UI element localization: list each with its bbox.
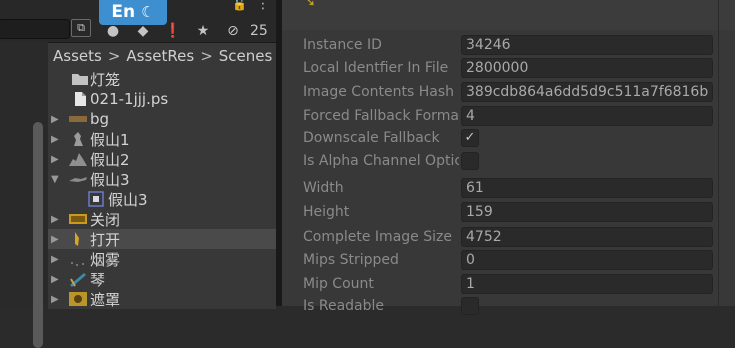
list-item-label: 烟雾 xyxy=(90,250,121,269)
breadcrumb-separator: > xyxy=(200,47,213,65)
field-label: Image Contents Hash xyxy=(303,84,454,100)
sprite-icon xyxy=(74,132,83,146)
downscale-fallback-checkbox[interactable]: ✓ xyxy=(461,129,479,147)
folder-column xyxy=(0,42,48,348)
search-input[interactable] xyxy=(0,19,70,39)
list-item[interactable]: ▶ 遮罩 xyxy=(48,289,276,309)
inspector-scrollbar[interactable] xyxy=(718,0,719,306)
list-item-label: 遮罩 xyxy=(90,290,121,309)
field-label: Complete Image Size xyxy=(303,229,452,245)
list-item-label: 假山2 xyxy=(90,150,130,169)
list-item[interactable]: ▶ 关闭 xyxy=(48,209,276,229)
folder-icon xyxy=(72,74,88,85)
instance-id-field[interactable]: 34246 xyxy=(461,35,713,55)
expand-arrow-icon[interactable]: ▶ xyxy=(51,294,61,305)
field-label: Downscale Fallback xyxy=(303,130,440,146)
breadcrumb: Assets > AssetRes > Scenes xyxy=(48,43,276,69)
sprite-icon xyxy=(70,273,86,287)
field-label: Local Identfier In File xyxy=(303,60,449,76)
field-label: Is Alpha Channel Optic xyxy=(303,153,459,169)
breadcrumb-item[interactable]: AssetRes xyxy=(126,47,194,65)
field-label: Mip Count xyxy=(303,276,374,292)
list-item-label: 假山3 xyxy=(108,190,148,209)
project-panel: ⧉ En ☾ ● ◆ ❗ ★ ⊘ 25 🔓 ⋮ Assets > AssetRes… xyxy=(0,0,276,348)
list-item-label: 关闭 xyxy=(90,210,121,229)
arrow-icon: ➘ xyxy=(304,0,316,10)
list-item-label: 假山3 xyxy=(90,170,130,189)
list-item-label: 假山1 xyxy=(90,130,130,149)
field-label: Forced Fallback Forma xyxy=(303,108,459,124)
list-item-label: 打开 xyxy=(90,230,121,249)
mips-stripped-field[interactable]: 0 xyxy=(461,250,713,270)
circle-icon[interactable]: ● xyxy=(98,20,128,42)
toolbar-icons: ● ◆ ❗ ★ ⊘ 25 xyxy=(98,19,276,42)
forced-fallback-field[interactable]: 4 xyxy=(461,106,713,126)
expand-arrow-icon[interactable]: ▶ xyxy=(51,274,61,285)
hidden-count: 25 xyxy=(250,22,268,39)
star-icon[interactable]: ★ xyxy=(188,20,218,42)
list-item[interactable]: ▶ 假山1 xyxy=(48,129,276,149)
expand-arrow-icon[interactable]: ▶ xyxy=(51,254,61,265)
eye-slash-icon[interactable]: ⊘ xyxy=(218,20,248,42)
tag-icon[interactable]: ◆ xyxy=(128,20,158,42)
sprite-icon xyxy=(69,292,87,306)
list-item-label: 灯笼 xyxy=(90,70,121,89)
list-item-label: 琴 xyxy=(90,270,106,289)
field-label: Width xyxy=(303,180,344,196)
field-label: Is Readable xyxy=(303,298,385,314)
sub-sprite-icon xyxy=(88,191,104,207)
expand-arrow-icon[interactable]: ▼ xyxy=(51,174,61,185)
list-item[interactable]: 灯笼 xyxy=(48,69,276,89)
folder-scrollbar[interactable] xyxy=(33,122,43,348)
field-label: Mips Stripped xyxy=(303,252,399,268)
list-item[interactable]: ▶ 烟雾 xyxy=(48,249,276,269)
expand-arrow-icon[interactable]: ▶ xyxy=(51,154,61,165)
sprite-icon xyxy=(69,214,87,224)
sprite-icon xyxy=(71,262,84,266)
local-identifier-field[interactable]: 2800000 xyxy=(461,58,713,78)
file-icon xyxy=(75,92,86,106)
list-item-label: bg xyxy=(90,110,110,128)
expand-arrow-icon[interactable]: ▶ xyxy=(51,134,61,145)
image-hash-field[interactable]: 389cdb864a6dd5d9c511a7f6816b xyxy=(461,82,713,102)
expand-arrow-icon[interactable]: ▶ xyxy=(51,114,61,125)
field-label: Instance ID xyxy=(303,37,382,53)
sprite-icon xyxy=(75,232,79,246)
kebab-menu-icon[interactable]: ⋮ xyxy=(256,0,270,12)
list-item[interactable]: 假山3 xyxy=(48,189,276,209)
lock-icon[interactable]: 🔓 xyxy=(232,0,247,11)
search-by-type-button[interactable]: ⧉ xyxy=(71,19,91,37)
sprite-icon xyxy=(69,153,87,166)
list-item[interactable]: ▶ bg xyxy=(48,109,276,129)
field-label: Height xyxy=(303,204,350,220)
breadcrumb-separator: > xyxy=(107,47,121,65)
width-field[interactable]: 61 xyxy=(461,178,713,198)
list-item[interactable]: ▶ 琴 xyxy=(48,269,276,289)
warning-icon[interactable]: ❗ xyxy=(158,20,188,42)
height-field[interactable]: 159 xyxy=(461,202,713,222)
expand-arrow-icon[interactable]: ▶ xyxy=(51,214,61,225)
project-toolbar: ⧉ En ☾ ● ◆ ❗ ★ ⊘ 25 🔓 ⋮ xyxy=(0,0,276,43)
expand-arrow-icon[interactable]: ▶ xyxy=(51,234,61,245)
breadcrumb-item[interactable]: Assets xyxy=(53,47,102,65)
is-readable-checkbox[interactable] xyxy=(461,297,479,315)
sprite-icon xyxy=(69,116,87,122)
sprite-icon xyxy=(69,177,87,182)
breadcrumb-item[interactable]: Scenes xyxy=(219,47,273,65)
alpha-channel-checkbox[interactable] xyxy=(461,152,479,170)
list-item-label: 021-1jjj.ps xyxy=(90,90,169,108)
list-item[interactable]: ▼ 假山3 xyxy=(48,169,276,189)
list-item[interactable]: 021-1jjj.ps xyxy=(48,89,276,109)
list-item[interactable]: ▶ 假山2 xyxy=(48,149,276,169)
asset-tree: 灯笼 021-1jjj.ps ▶ bg ▶ 假山1 ▶ 假山2 ▼ 假山3 假山… xyxy=(48,69,276,309)
image-size-field[interactable]: 4752 xyxy=(461,227,713,247)
list-item-selected[interactable]: ▶ 打开 xyxy=(48,229,276,249)
inspector-panel: ➘ Instance ID 34246 Local Identfier In F… xyxy=(282,0,735,315)
mip-count-field[interactable]: 1 xyxy=(461,274,713,294)
inspector-header: ➘ xyxy=(282,0,735,30)
